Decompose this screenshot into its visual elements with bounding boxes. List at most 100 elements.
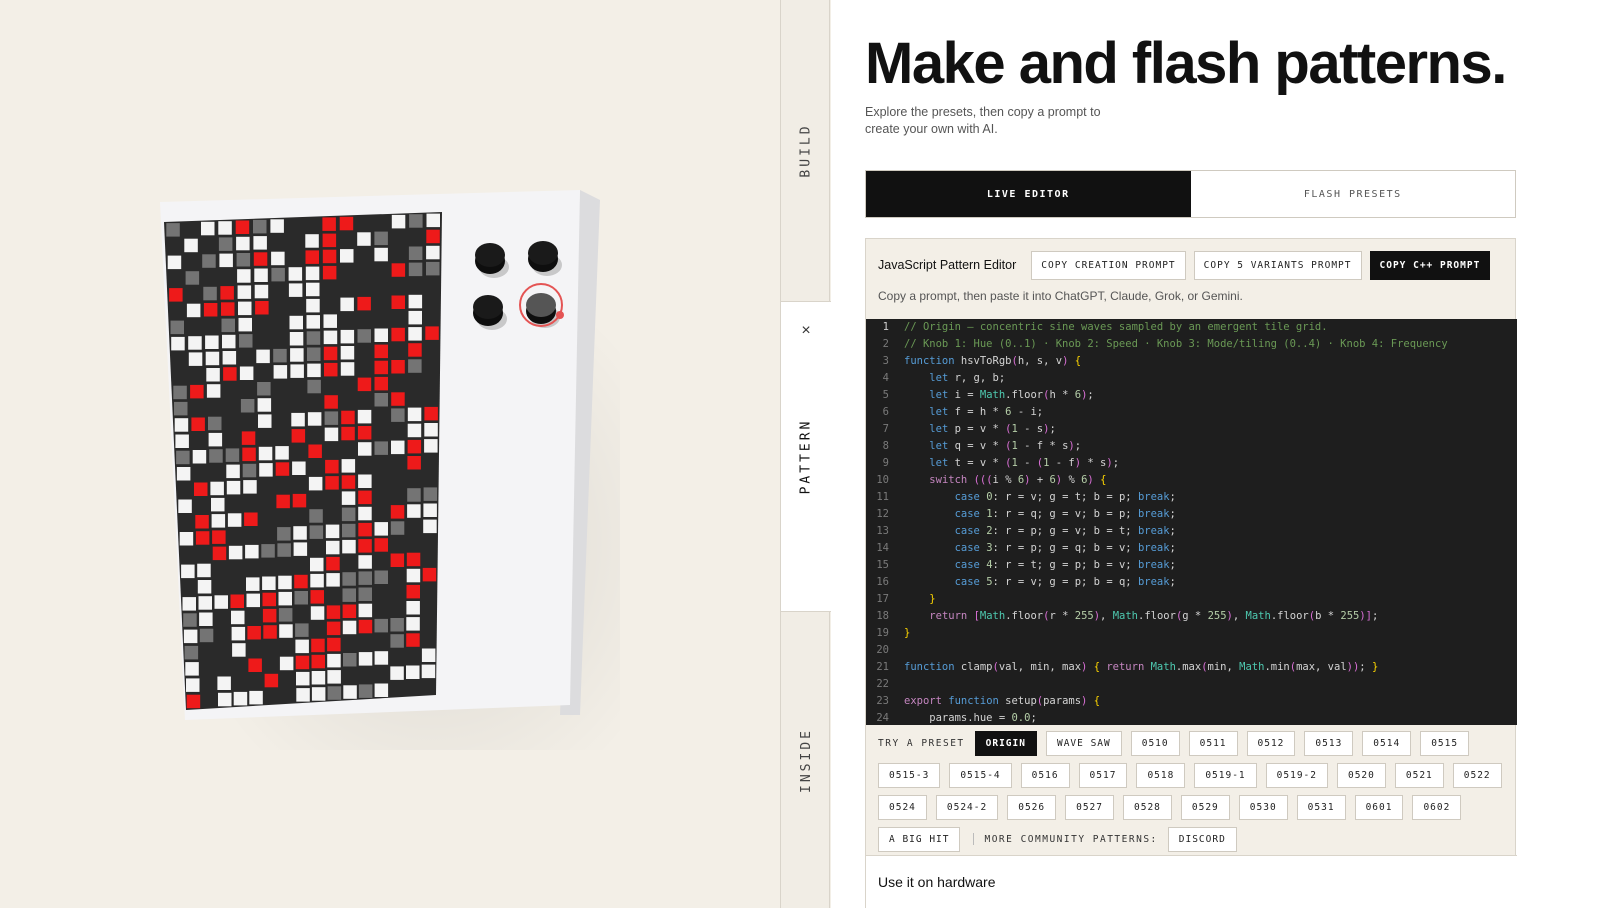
code-editor[interactable]: 1 // Origin — concentric sine waves sampl… [866, 319, 1517, 725]
code-line[interactable]: 19} [866, 625, 1517, 642]
preset-row: 0524 0524-2 0526 0527 0528 0529 0530 0531 0601 06… [878, 791, 1510, 823]
knob-handle[interactable] [556, 311, 564, 319]
led-pixel [342, 588, 356, 602]
copy-cpp-prompt-button[interactable]: COPY C++ PROMPT [1369, 250, 1491, 280]
code-line[interactable]: 3 function hsvToRgb(h, s, v) { [866, 353, 1517, 370]
preset-chip-0602[interactable]: 0602 [1412, 794, 1462, 820]
code-line[interactable]: 7 let p = v * (1 - s); [866, 421, 1517, 438]
led-pixel [222, 351, 237, 365]
code-line[interactable]: 20 [866, 642, 1517, 659]
code-line[interactable]: 1 // Origin — concentric sine waves sampl… [866, 319, 1517, 336]
led-pixel [326, 556, 340, 571]
code-line[interactable]: 15 case 4: r = t; g = p; b = v; break; [866, 557, 1517, 574]
tab-inside[interactable]: INSIDE [781, 612, 831, 908]
device-preview[interactable] [0, 0, 780, 908]
knob-top [528, 241, 558, 265]
led-pixel [190, 384, 204, 399]
tab-build[interactable]: BUILD [781, 0, 831, 302]
preset-chip-0516[interactable]: 0516 [1020, 762, 1070, 788]
preset-chip-0531[interactable]: 0531 [1296, 794, 1346, 820]
code-line[interactable]: 2 // Knob 1: Hue (0..1) · Knob 2: Speed ·… [866, 336, 1517, 353]
preset-chip-0521[interactable]: 0521 [1394, 762, 1444, 788]
led-pixel [288, 283, 303, 297]
preset-chip-wave-saw[interactable]: WAVE SAW [1045, 730, 1122, 756]
led-pixel [290, 364, 304, 378]
tab-live-editor[interactable]: LIVE EDITOR [866, 171, 1191, 217]
preset-chip-0518[interactable]: 0518 [1136, 762, 1186, 788]
code-line[interactable]: 5 let i = Math.floor(h * 6); [866, 387, 1517, 404]
code-line[interactable]: 18 return [Math.floor(r * 255), Math.flo… [866, 608, 1517, 625]
led-pixel [421, 664, 436, 679]
preset-chip-0517[interactable]: 0517 [1078, 762, 1128, 788]
preset-chip-0512[interactable]: 0512 [1246, 730, 1296, 756]
code-line[interactable]: 13 case 2: r = p; g = v; b = t; break; [866, 523, 1517, 540]
led-pixel [423, 503, 437, 517]
led-pixel [289, 332, 304, 346]
preset-chip-origin[interactable]: ORIGIN [974, 730, 1037, 756]
preset-chip-0524-2[interactable]: 0524-2 [935, 794, 999, 820]
led-pixel [309, 509, 323, 523]
led-pixel [340, 249, 354, 263]
code-line[interactable]: 8 let q = v * (1 - f * s); [866, 438, 1517, 455]
preset-chip-0515[interactable]: 0515 [1420, 730, 1470, 756]
device-3d-model[interactable] [160, 190, 600, 730]
led-pixel [296, 688, 310, 702]
code-line[interactable]: 12 case 1: r = q; g = v; b = p; break; [866, 506, 1517, 523]
line-number: 11 [876, 491, 889, 503]
preset-chip-0530[interactable]: 0530 [1238, 794, 1288, 820]
led-pixel [188, 352, 203, 366]
code-line[interactable]: 6 let f = h * 6 - i; [866, 404, 1517, 421]
preset-chip-0529[interactable]: 0529 [1180, 794, 1230, 820]
code-line[interactable]: 10 switch (((i % 6) + 6) % 6) { [866, 472, 1517, 489]
code-line[interactable]: 9 let t = v * (1 - (1 - f) * s); [866, 455, 1517, 472]
close-icon[interactable]: × [781, 322, 831, 340]
preset-chip-0513[interactable]: 0513 [1304, 730, 1354, 756]
editor-title: JavaScript Pattern Editor [878, 258, 1017, 272]
preset-chip-a-big-hit[interactable]: A BIG HIT [878, 826, 961, 852]
code-line[interactable]: 22 [866, 676, 1517, 693]
preset-chip-0528[interactable]: 0528 [1123, 794, 1172, 820]
led-pixel [325, 476, 339, 490]
code-line[interactable]: 24 params.hue = 0.0; [866, 710, 1517, 725]
led-pixel [270, 219, 284, 233]
preset-chip-0524[interactable]: 0524 [878, 794, 927, 820]
code-line[interactable]: 17 } [866, 591, 1517, 608]
preset-chip-0514[interactable]: 0514 [1362, 730, 1412, 756]
led-pixel [248, 658, 262, 672]
preset-chip-0519-1[interactable]: 0519-1 [1194, 762, 1257, 788]
preset-chip-0510[interactable]: 0510 [1130, 730, 1180, 756]
preset-chip-0511[interactable]: 0511 [1188, 730, 1238, 756]
tab-flash-presets[interactable]: FLASH PRESETS [1190, 171, 1515, 217]
preset-chip-0520[interactable]: 0520 [1336, 762, 1386, 788]
code-text: } [929, 593, 936, 605]
preset-chip-0601[interactable]: 0601 [1354, 794, 1404, 820]
code-line[interactable]: 23 export function setup(params) { [866, 693, 1517, 710]
code-line[interactable]: 14 case 3: r = p; g = q; b = v; break; [866, 540, 1517, 557]
tab-pattern[interactable]: PATTERN [781, 302, 831, 612]
hardware-title: Use it on hardware [878, 874, 996, 890]
led-pixel [358, 522, 372, 537]
led-pixel [277, 543, 291, 557]
discord-link[interactable]: DISCORD [1167, 826, 1237, 852]
code-text: case 3: r = p; g = q; b = v; break; [954, 542, 1176, 554]
preset-chip-0527[interactable]: 0527 [1065, 794, 1114, 820]
preset-chip-0515-4[interactable]: 0515-4 [949, 762, 1012, 788]
led-pixel [310, 573, 324, 588]
code-line[interactable]: 11 case 0: r = v; g = t; b = p; break; [866, 489, 1517, 506]
code-text: let q = v * (1 - f * s); [929, 440, 1082, 452]
led-pixel [232, 643, 246, 657]
preset-chip-0526[interactable]: 0526 [1007, 794, 1057, 820]
code-line[interactable]: 4 let r, g, b; [866, 370, 1517, 387]
led-pixel [391, 327, 405, 342]
copy-variants-prompt-button[interactable]: COPY 5 VARIANTS PROMPT [1193, 250, 1362, 280]
led-pixel [391, 263, 406, 277]
led-pixel [192, 450, 207, 464]
code-line[interactable]: 16 case 5: r = v; g = p; b = q; break; [866, 574, 1517, 591]
code-line[interactable]: 21 function clamp(val, min, max) { return… [866, 659, 1517, 676]
preset-chip-0515-3[interactable]: 0515-3 [878, 762, 941, 788]
led-pixel [426, 261, 440, 276]
led-pixel [374, 393, 388, 407]
preset-chip-0519-2[interactable]: 0519-2 [1265, 762, 1328, 788]
preset-chip-0522[interactable]: 0522 [1452, 762, 1502, 788]
copy-creation-prompt-button[interactable]: COPY CREATION PROMPT [1031, 250, 1186, 280]
